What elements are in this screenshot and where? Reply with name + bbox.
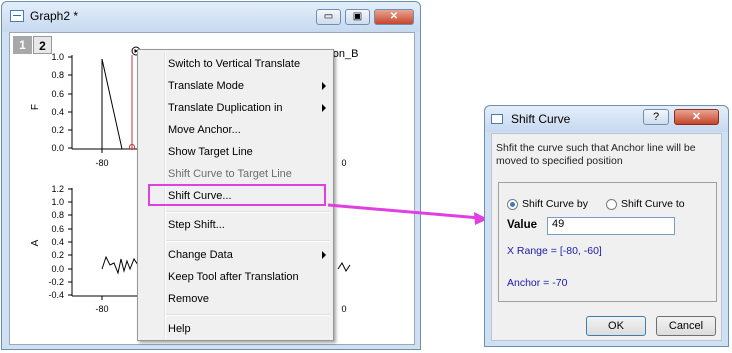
dialog-description: Shfit the curve such that Anchor line wi… [496, 142, 696, 167]
graph-window-icon [10, 10, 24, 22]
menu-item-translate-duplication[interactable]: Translate Duplication in [168, 99, 283, 117]
curve-bottom[interactable] [101, 255, 141, 275]
top-ytick: 0.8 [51, 70, 64, 80]
dialog-close-button[interactable]: ✕ [674, 109, 719, 125]
bottom-ytick: -0.2 [48, 277, 64, 287]
shift-curve-dialog: Shift Curve ? ✕ Shfit the curve such tha… [484, 105, 729, 347]
menu-separator [166, 211, 330, 213]
bottom-ytick: 1.0 [51, 197, 64, 207]
menu-separator [166, 240, 330, 242]
restore-button[interactable]: ▣ [345, 9, 370, 25]
menu-item-move-anchor[interactable]: Move Anchor... [168, 121, 241, 139]
top-ylabel: F [30, 104, 41, 110]
top-ytick: 1.0 [51, 52, 64, 62]
dialog-title: Shift Curve [511, 112, 571, 126]
menu-item-step-shift[interactable]: Step Shift... [168, 216, 225, 234]
dialog-app-icon [491, 114, 503, 124]
cancel-button[interactable]: Cancel [656, 316, 716, 336]
curve-bottom-tail [337, 262, 351, 272]
shift-curve-highlight-box [148, 184, 326, 206]
bottom-ylabel: A [30, 239, 41, 246]
bottom-xtick: 0 [341, 304, 346, 314]
menu-item-switch-vertical[interactable]: Switch to Vertical Translate [168, 55, 300, 73]
menu-item-translate-mode[interactable]: Translate Mode [168, 77, 244, 95]
bottom-ytick: 0.0 [51, 264, 64, 274]
value-label: Value [507, 219, 538, 231]
anchor-text: Anchor = -70 [507, 277, 568, 289]
top-xtick: 0 [341, 158, 346, 168]
top-ytick: 0.2 [51, 125, 64, 135]
help-button[interactable]: ? [643, 109, 669, 125]
value-input[interactable]: 49 [547, 217, 675, 235]
submenu-arrow-icon [322, 82, 326, 90]
menu-separator [166, 314, 330, 316]
bottom-ytick: 0.8 [51, 210, 64, 220]
radio-shift-to[interactable] [606, 199, 617, 210]
bottom-ytick: -0.4 [48, 290, 64, 300]
top-xtick: -80 [95, 158, 108, 168]
menu-item-show-target-line[interactable]: Show Target Line [168, 143, 253, 161]
bottom-ytick: 0.4 [51, 237, 64, 247]
top-ytick: 0.4 [51, 107, 64, 117]
curve-population-b[interactable] [101, 58, 140, 150]
x-range-text: X Range = [-80, -60] [507, 245, 602, 257]
options-group: Shift Curve by Shift Curve to Value 49 X… [498, 182, 717, 302]
bottom-ytick: 1.2 [51, 184, 64, 194]
bottom-xtick: -80 [95, 304, 108, 314]
bottom-ytick: 0.6 [51, 224, 64, 234]
graph-titlebar[interactable]: Graph2 * ▭ ▣ ✕ [2, 2, 420, 32]
submenu-arrow-icon [322, 104, 326, 112]
submenu-arrow-icon [322, 251, 326, 259]
radio-shift-to-label[interactable]: Shift Curve to [621, 198, 685, 210]
dialog-body: Shfit the curve such that Anchor line wi… [491, 133, 722, 341]
dialog-titlebar[interactable]: Shift Curve ? ✕ [485, 106, 728, 132]
minimize-button[interactable]: ▭ [316, 9, 341, 25]
radio-shift-by[interactable] [507, 199, 518, 210]
top-ytick: 0.0 [51, 143, 64, 153]
menu-item-keep-tool[interactable]: Keep Tool after Translation [168, 268, 299, 286]
menu-item-remove[interactable]: Remove [168, 290, 209, 308]
top-ytick: 0.6 [51, 89, 64, 99]
menu-item-change-data[interactable]: Change Data [168, 246, 233, 264]
menu-item-help[interactable]: Help [168, 320, 191, 338]
menu-item-shift-to-target[interactable]: Shift Curve to Target Line [168, 165, 292, 183]
bottom-ytick: 0.2 [51, 250, 64, 260]
graph-window-title: Graph2 * [30, 9, 79, 23]
radio-shift-by-label[interactable]: Shift Curve by [522, 198, 588, 210]
close-button[interactable]: ✕ [374, 9, 414, 25]
ok-button[interactable]: OK [586, 316, 646, 336]
